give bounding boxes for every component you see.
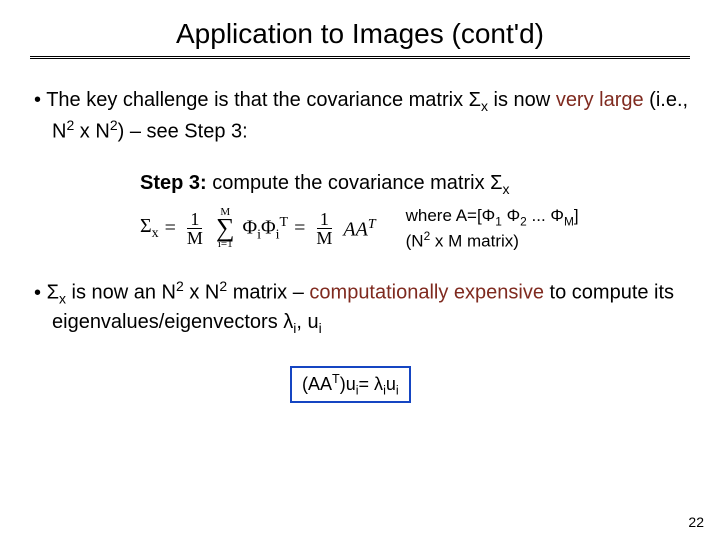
b1-accent: very large [556,89,644,111]
box-mid1: )u [340,374,356,394]
b2-mid2: x N [184,282,220,304]
title-rule [30,56,690,59]
eq-eq2: = [294,217,305,240]
box-sub3: i [396,383,399,397]
eq-frac1-den: M [184,229,206,247]
n1-s1: 1 [495,214,502,228]
b1-mid: is now [488,89,556,111]
eq-note-line2: (N2 x M matrix) [406,229,579,253]
bullet-1: The key challenge is that the covariance… [30,87,690,146]
b2-sup2: 2 [219,278,227,294]
b1-post3: ) – see Step 3: [118,121,248,143]
page-number: 22 [688,514,704,530]
equation-row: Σx = 1 M M ∑ i=1 ΦiΦiT = 1 M AAT where A… [140,205,690,254]
b2-mid3: matrix – [227,282,309,304]
eq-note-line1: where A=[Φ1 Φ2 ... ΦM] [406,205,579,230]
covariance-equation: Σx = 1 M M ∑ i=1 ΦiΦiT = 1 M AAT [140,207,376,250]
eq-phiT-sup: T [280,215,289,230]
b2-sub1: x [59,291,66,307]
n1-s2: 2 [520,214,527,228]
slide-title: Application to Images (cont'd) [30,18,690,50]
b2-sub3: i [319,320,322,336]
b1-sup2: 2 [110,117,118,133]
eq-aat-sup: T [368,217,376,232]
eq-frac2-den: M [313,229,335,247]
eq-frac2: 1 M [313,210,335,247]
box-mid3: u [386,374,396,394]
step3-sub: x [503,181,510,197]
b1-sub1: x [481,98,488,114]
box-supT: T [332,372,340,386]
eq-phiT: Φ [261,216,276,238]
n1-m1: Φ [502,206,520,225]
summation-icon: M ∑ i=1 [216,207,235,250]
step3-text: compute the covariance matrix Σ [207,172,503,194]
b2-pre: Σ [47,282,59,304]
n2-pre: (N [406,232,424,251]
bullet-2: Σx is now an N2 x N2 matrix – computatio… [30,277,690,337]
eq-aat: AAT [343,217,375,242]
n1-pre: where A=[Φ [406,206,496,225]
box-mid2: = λ [359,374,384,394]
eq-sigma-sub: x [152,226,159,241]
eq-frac1-num: 1 [187,210,202,229]
step3-heading: Step 3: compute the covariance matrix Σx [140,172,690,197]
b1-pre: The key challenge is that the covariance… [46,89,481,111]
b1-post2: x N [74,121,110,143]
sum-bot: i=1 [218,239,233,250]
equation-note: where A=[Φ1 Φ2 ... ΦM] (N2 x M matrix) [406,205,579,254]
n2-post: x M matrix) [430,232,519,251]
n1-post: ] [574,206,579,225]
b2-sup1: 2 [176,278,184,294]
eq-frac2-num: 1 [317,210,332,229]
b2-accent: computationally expensive [309,282,544,304]
sum-symbol: ∑ [216,218,235,239]
eq-frac1: 1 M [184,210,206,247]
eq-lhs: Σx [140,215,159,242]
n1-sM: M [564,214,574,228]
eq-phi-term: ΦiΦiT [242,215,288,244]
b2-mid1: is now an N [66,282,176,304]
step3-label: Step 3: [140,172,207,194]
eq-sigma: Σ [140,215,152,237]
box-pre: (AA [302,374,332,394]
n1-m2: ... Φ [527,206,564,225]
eigen-equation-box: (AAT)ui= λiui [290,366,411,404]
eq-aat-text: AA [343,218,367,240]
b2-post2: , u [296,311,318,333]
eq-phi: Φ [242,216,257,238]
eq-eq1: = [165,217,176,240]
